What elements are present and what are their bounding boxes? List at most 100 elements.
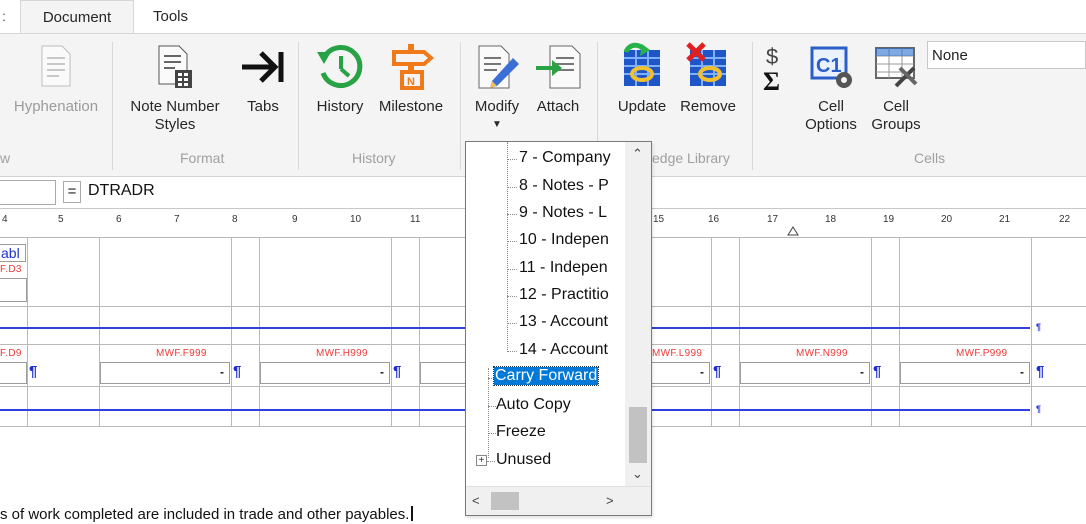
grid-line bbox=[391, 238, 392, 426]
scroll-right-icon[interactable]: > bbox=[606, 493, 614, 508]
dollar-sigma-icon: $ Σ bbox=[763, 44, 780, 94]
group-separator bbox=[298, 42, 299, 170]
cell-groups-button[interactable]: Cell Groups bbox=[862, 42, 930, 134]
tree-connector bbox=[507, 159, 517, 160]
grid-line bbox=[99, 238, 100, 426]
tabs-button[interactable]: Tabs bbox=[236, 44, 290, 116]
tree-connector bbox=[488, 433, 496, 434]
tree-item-selected[interactable]: Carry Forward bbox=[492, 366, 600, 386]
modify-dropdown-tree[interactable]: 7 - Company 8 - Notes - P 9 - Notes - L … bbox=[465, 141, 652, 516]
pilcrow-mark: ¶ bbox=[1036, 363, 1045, 380]
attach-button[interactable]: Attach bbox=[530, 42, 586, 116]
expand-plus-icon[interactable]: + bbox=[476, 455, 487, 466]
tab-document[interactable]: Document bbox=[20, 0, 134, 34]
tree-item[interactable]: 13 - Account bbox=[519, 313, 608, 331]
cell-options-button[interactable]: C1 Cell Options bbox=[796, 42, 866, 134]
pilcrow-mark: ¶ bbox=[233, 363, 242, 380]
value-cell[interactable] bbox=[900, 362, 1030, 384]
history-button[interactable]: History bbox=[310, 42, 370, 116]
history-clock-icon bbox=[317, 44, 363, 88]
tree-connector bbox=[507, 214, 517, 215]
tree-item[interactable]: 9 - Notes - L bbox=[519, 204, 607, 222]
hyphenation-button[interactable]: Hyphenation bbox=[6, 44, 106, 116]
ruler-tick: 8 bbox=[232, 214, 238, 225]
tree-item[interactable]: 11 - Indepen bbox=[519, 259, 608, 277]
scroll-thumb[interactable] bbox=[629, 407, 647, 463]
horizontal-scrollbar[interactable]: < > bbox=[466, 486, 651, 515]
tree-item[interactable]: 12 - Practitio bbox=[519, 286, 609, 304]
cell-groups-icon bbox=[875, 47, 918, 88]
ruler-tick: 21 bbox=[999, 214, 1011, 225]
ruler-tick: 18 bbox=[825, 214, 837, 225]
group-separator bbox=[460, 42, 461, 170]
modify-label: Modify bbox=[474, 98, 520, 115]
svg-text:C1: C1 bbox=[816, 55, 842, 77]
tab-tools[interactable]: Tools bbox=[153, 0, 197, 34]
sum-currency-button[interactable]: $ Σ bbox=[760, 44, 790, 94]
value-cell[interactable] bbox=[260, 362, 390, 384]
value-cell[interactable] bbox=[420, 362, 470, 384]
group-separator bbox=[112, 42, 113, 170]
cell-value: - bbox=[380, 365, 384, 379]
tree-connector bbox=[487, 461, 495, 462]
grid-line bbox=[231, 238, 232, 426]
cell-label[interactable]: abl bbox=[0, 244, 26, 262]
cell-groups-label-1: Cell bbox=[883, 98, 909, 115]
tab-overflow-edge: : bbox=[2, 8, 6, 24]
ruler-tick: 11 bbox=[410, 214, 421, 225]
formula-input[interactable]: DTRADR bbox=[88, 182, 155, 200]
ruler-tick: 5 bbox=[58, 214, 64, 225]
formula-equals-button[interactable]: = bbox=[63, 181, 81, 203]
scroll-thumb[interactable] bbox=[491, 492, 519, 510]
cell-reference: MWF.N999 bbox=[796, 348, 848, 359]
paragraph-text[interactable]: s of work completed are included in trad… bbox=[0, 506, 414, 523]
style-select-value: None bbox=[932, 47, 968, 64]
note-number-styles-label-2: Styles bbox=[154, 116, 196, 133]
tree-connector bbox=[488, 406, 496, 407]
svg-text:$: $ bbox=[766, 44, 778, 69]
update-label: Update bbox=[617, 98, 667, 115]
group-label-cells: Cells bbox=[914, 150, 946, 166]
grid-line bbox=[27, 238, 28, 426]
pilcrow-mark: ¶ bbox=[873, 363, 882, 380]
scroll-down-icon[interactable]: ⌄ bbox=[632, 466, 643, 482]
tab-arrow-icon bbox=[242, 51, 284, 83]
tree-item[interactable]: 10 - Indepen bbox=[519, 231, 609, 249]
tree-item[interactable]: Unused bbox=[496, 451, 551, 469]
ruler-tick: 17 bbox=[767, 214, 779, 225]
style-select[interactable]: None bbox=[927, 41, 1086, 69]
cell-input[interactable] bbox=[0, 278, 27, 302]
remove-button[interactable]: Remove bbox=[676, 42, 740, 116]
tree-item[interactable]: Freeze bbox=[496, 423, 546, 441]
update-library-icon bbox=[623, 42, 660, 86]
ruler-tick: 15 bbox=[653, 214, 665, 225]
pilcrow-mark: ¶ bbox=[1036, 322, 1042, 332]
vertical-scrollbar[interactable]: ⌃ ⌄ bbox=[625, 142, 651, 486]
value-cell[interactable] bbox=[100, 362, 230, 384]
grid-line bbox=[259, 238, 260, 426]
scroll-up-icon[interactable]: ⌃ bbox=[632, 146, 643, 162]
tree-item[interactable]: 14 - Account bbox=[519, 341, 608, 359]
remove-label: Remove bbox=[680, 98, 736, 115]
app-window: : Document Tools Hyphenation w Note Numb… bbox=[0, 0, 1086, 524]
tree-item[interactable]: Auto Copy bbox=[496, 396, 571, 414]
update-button[interactable]: Update bbox=[610, 42, 674, 116]
grid-line bbox=[711, 238, 712, 426]
tree-item[interactable]: 7 - Company bbox=[519, 149, 611, 167]
modify-button[interactable]: Modify ▼ bbox=[466, 42, 528, 134]
value-cell[interactable] bbox=[740, 362, 870, 384]
value-cell[interactable] bbox=[0, 362, 27, 384]
cell-value: - bbox=[860, 365, 864, 379]
hyphenation-icon bbox=[41, 45, 71, 87]
ruler-indent-marker-icon[interactable] bbox=[787, 226, 799, 236]
grid-line bbox=[419, 238, 420, 426]
milestone-button[interactable]: N Milestone bbox=[371, 42, 451, 116]
ruler-tick: 20 bbox=[941, 214, 953, 225]
cell-name-box[interactable] bbox=[0, 180, 56, 205]
note-number-styles-button[interactable]: Note Number Styles bbox=[120, 44, 230, 134]
scroll-left-icon[interactable]: < bbox=[472, 493, 480, 508]
modify-dropdown-arrow-icon[interactable]: ▼ bbox=[466, 116, 528, 134]
cell-reference: F.D3 bbox=[0, 264, 22, 275]
group-label-view: w bbox=[0, 150, 11, 166]
tree-item[interactable]: 8 - Notes - P bbox=[519, 177, 609, 195]
